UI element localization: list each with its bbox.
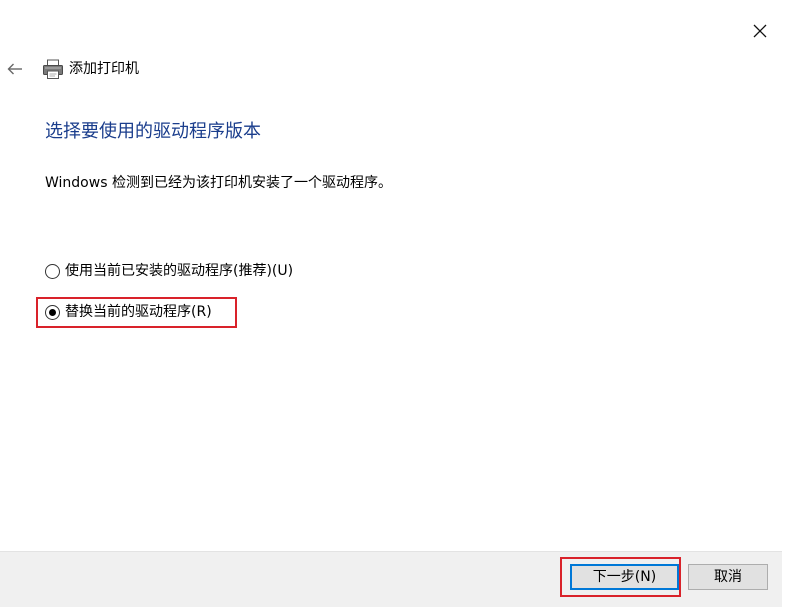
highlight-box-replace-option — [36, 297, 237, 328]
page-heading: 选择要使用的驱动程序版本 — [45, 121, 261, 142]
radio-label-use-current: 使用当前已安装的驱动程序(推荐)(U) — [65, 263, 294, 279]
back-button[interactable] — [2, 55, 28, 83]
highlight-box-next-button — [560, 557, 681, 597]
printer-icon — [43, 59, 63, 79]
radio-use-current-driver[interactable]: 使用当前已安装的驱动程序(推荐)(U) — [45, 261, 293, 281]
description-text: Windows 检测到已经为该打印机安装了一个驱动程序。 — [45, 175, 392, 191]
back-arrow-icon — [7, 63, 22, 75]
close-icon — [753, 24, 767, 38]
window-title: 添加打印机 — [69, 61, 139, 77]
radio-button-unchecked[interactable] — [45, 263, 60, 279]
add-printer-dialog: 添加打印机 选择要使用的驱动程序版本 Windows 检测到已经为该打印机安装了… — [0, 0, 790, 607]
cancel-button[interactable]: 取消 — [688, 564, 768, 590]
close-button[interactable] — [744, 16, 776, 46]
